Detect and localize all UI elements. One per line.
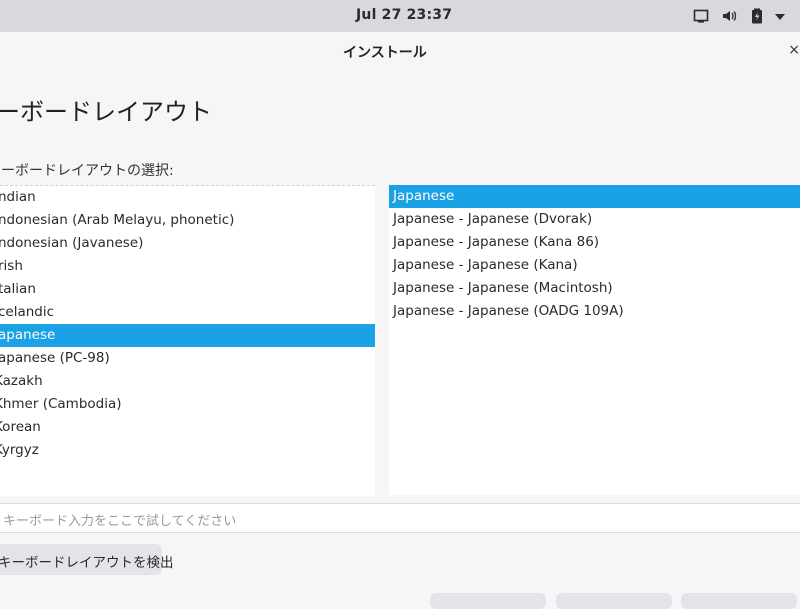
- layout-list-item[interactable]: Japanese (PC-98): [0, 347, 375, 370]
- layout-list-item[interactable]: Kyrgyz: [0, 439, 375, 462]
- layout-list-item[interactable]: Indonesian (Arab Melayu, phonetic): [0, 209, 375, 232]
- volume-icon[interactable]: [721, 8, 737, 24]
- battery-icon[interactable]: [750, 8, 764, 24]
- window-title: インストール: [343, 45, 427, 61]
- layout-list-item[interactable]: Kazakh: [0, 370, 375, 393]
- layout-list-item[interactable]: Indian: [0, 186, 375, 209]
- continue-button[interactable]: [681, 593, 797, 609]
- layout-list-item[interactable]: Icelandic: [0, 301, 375, 324]
- layout-list-item-selected[interactable]: Japanese: [0, 324, 375, 347]
- variant-list-item[interactable]: Japanese - Japanese (Macintosh): [389, 277, 800, 300]
- layout-select-label: キーボードレイアウトの選択:: [0, 163, 174, 179]
- top-bar: Jul 27 23:37: [0, 0, 800, 32]
- layout-list-item[interactable]: Irish: [0, 255, 375, 278]
- layout-list-item[interactable]: Korean: [0, 416, 375, 439]
- variant-list[interactable]: Japanese Japanese - Japanese (Dvorak) Ja…: [389, 185, 800, 495]
- layout-list-item[interactable]: Khmer (Cambodia): [0, 393, 375, 416]
- variant-list-item[interactable]: Japanese - Japanese (OADG 109A): [389, 300, 800, 323]
- variant-list-item-selected[interactable]: Japanese: [389, 185, 800, 208]
- layout-list-item[interactable]: Indonesian (Javanese): [0, 232, 375, 255]
- window-header: インストール ×: [0, 32, 800, 70]
- variant-list-item[interactable]: Japanese - Japanese (Dvorak): [389, 208, 800, 231]
- detect-layout-button[interactable]: キーボードレイアウトを検出: [0, 544, 174, 575]
- back-button[interactable]: [556, 593, 672, 609]
- screen-icon[interactable]: [693, 8, 709, 24]
- layout-list-item[interactable]: Italian: [0, 278, 375, 301]
- quit-button[interactable]: [430, 593, 546, 609]
- system-menu-chevron-down-icon[interactable]: [774, 13, 786, 29]
- keyboard-test-input[interactable]: キーボード入力をここで試してください: [0, 503, 800, 533]
- layout-list[interactable]: Indian Indonesian (Arab Melayu, phonetic…: [0, 185, 375, 496]
- variant-list-item[interactable]: Japanese - Japanese (Kana): [389, 254, 800, 277]
- clock[interactable]: Jul 27 23:37: [356, 7, 452, 23]
- close-icon[interactable]: ×: [788, 42, 800, 58]
- variant-list-item[interactable]: Japanese - Japanese (Kana 86): [389, 231, 800, 254]
- page-title: キーボードレイアウト: [0, 98, 212, 126]
